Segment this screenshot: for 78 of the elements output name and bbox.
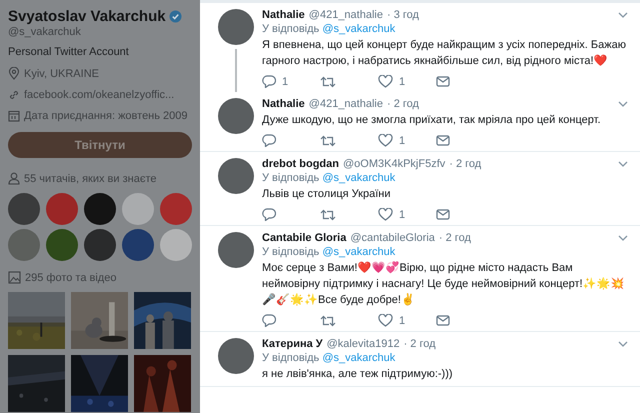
profile-link[interactable]: facebook.com/okeanelzyoffic... [24,89,174,101]
tweet-text: Дуже шкодую, що не змогла приїхати, так мріяла про цей концерт. [262,113,602,128]
reply-to-line: У відповідь @s_vakarchuk [262,23,396,35]
chevron-icon[interactable] [618,341,628,347]
user-name[interactable]: Cantabile Gloria [262,232,346,244]
heart-icon[interactable] [378,134,393,147]
profile-handle: @s_vakarchuk [8,26,82,38]
user-avatar[interactable] [218,338,254,374]
user-name[interactable]: Nathalie [262,9,305,21]
join-date: Дата приєднання: жовтень 2009 [24,110,188,122]
reply-count: 1 [282,76,288,88]
envelope-icon[interactable] [436,135,450,146]
tweet-time[interactable]: · 2 год [386,98,419,110]
reply-to-line: У відповідь @s_vakarchuk [262,246,396,258]
like-count: 1 [399,134,406,146]
mention-link[interactable]: @s_vakarchuk [322,246,396,258]
follower-avatar[interactable] [122,229,154,261]
reply-icon[interactable] [262,314,276,327]
image-icon [8,271,21,284]
calendar-icon [8,110,20,122]
followers-you-know-link[interactable]: 55 читачів, яких ви знаєте [24,172,156,184]
like-count: 1 [399,76,406,88]
media-link[interactable]: 295 фото та відео [25,272,116,284]
reply-icon[interactable] [262,208,276,221]
reply-icon[interactable] [262,134,276,147]
retweet-icon[interactable] [320,76,336,88]
envelope-icon[interactable] [436,76,450,87]
user-handle[interactable]: @cantabileGloria [350,232,435,244]
profile-name: Svyatoslav Vakarchuk [8,8,166,25]
like-count: 1 [399,314,406,326]
tweet-text: Львів це столиця України [262,187,392,202]
tweet-time[interactable]: · 2 год [449,158,482,170]
heart-icon[interactable] [378,75,393,88]
chevron-icon[interactable] [618,161,628,167]
tweet-time[interactable]: · 3 год [386,9,419,21]
follower-avatar[interactable] [8,193,40,225]
envelope-icon[interactable] [436,315,450,326]
user-avatar[interactable] [218,9,254,45]
tweet-button[interactable]: Твітнути [8,132,192,158]
user-avatar[interactable] [218,232,254,268]
reply-icon[interactable] [262,75,276,88]
user-name[interactable]: Катерина У [262,338,323,350]
heart-icon[interactable] [378,208,393,221]
tweet-text: Я впевнена, що цей концерт буде найкращим з усіх попередніх. Бажаю гарного настрою, і набратись якнайбільше сил, від рідного міста!❤ [262,38,627,69]
mention-link[interactable]: @s_vakarchuk [322,172,396,184]
follower-avatar[interactable] [46,229,78,261]
chevron-icon[interactable] [618,235,628,241]
user-name[interactable]: drebot bogdan [262,158,339,170]
like-count: 1 [399,208,406,220]
user-name[interactable]: Nathalie [262,98,305,110]
follower-avatar[interactable] [84,229,116,261]
reply-to-line: У відповідь @s_vakarchuk [262,172,396,184]
retweet-icon[interactable] [320,314,336,326]
user-handle[interactable]: @421_nathalie [308,9,383,21]
profile-location: Kyiv, UKRAINE [24,68,99,80]
chevron-icon[interactable] [618,12,628,18]
tweet-time[interactable]: · 2 год [404,338,436,350]
follower-avatar[interactable] [84,193,116,225]
tweet-text: Моє серце з Вами!❤💗💞Вірю, що рідне місто надасть Вам неймовірну підтримку і наснагу! Це буде неймовірний концерт!✨🌟💥🎤🎸🌟✨Все буде добре!✌ [262,260,626,308]
person-icon [8,172,20,185]
retweet-icon[interactable] [320,134,336,146]
retweet-icon[interactable] [320,208,336,220]
user-handle[interactable]: @421_nathalie [308,98,383,110]
chevron-icon[interactable] [618,101,628,107]
envelope-icon[interactable] [436,209,450,220]
user-handle[interactable]: @kalevita1912 [326,338,400,350]
heart-icon[interactable] [378,314,393,327]
tweet-time[interactable]: · 2 год [438,232,471,244]
reply-to-line: У відповідь @s_vakarchuk [262,352,396,364]
profile-bio: Personal Twitter Account [8,46,130,58]
user-avatar[interactable] [218,158,254,194]
tweet-text: я не лвів'янка, але теж підтримую:-))) [262,367,454,382]
user-avatar[interactable] [218,98,254,134]
user-handle[interactable]: @oOM3K4kPkjF5zfv [343,158,446,170]
location-pin-icon [8,67,20,80]
mention-link[interactable]: @s_vakarchuk [322,352,396,364]
mention-link[interactable]: @s_vakarchuk [322,23,396,35]
link-icon [8,89,20,101]
